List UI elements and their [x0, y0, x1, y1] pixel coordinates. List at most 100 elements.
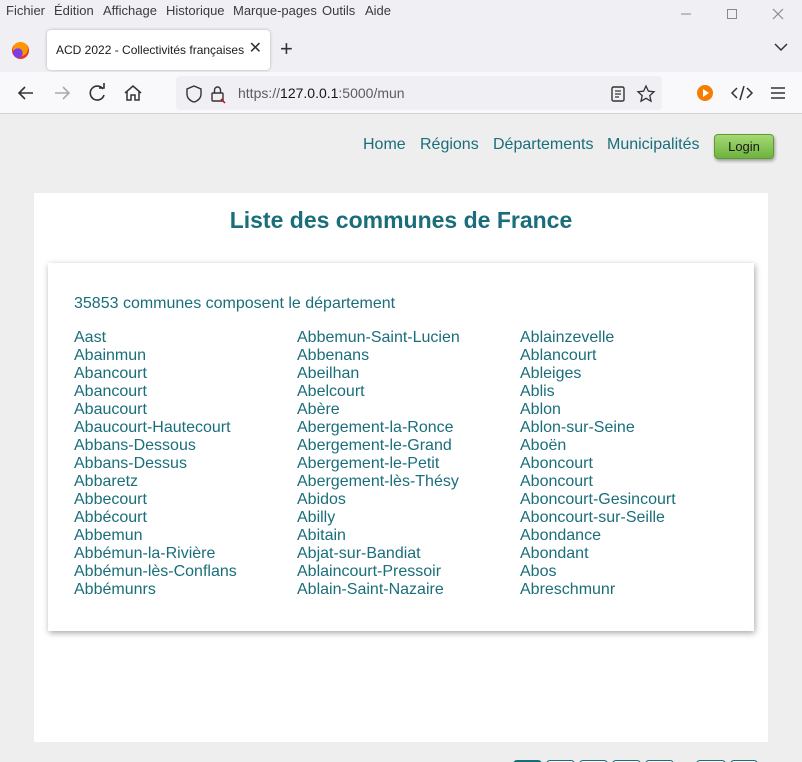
url-text[interactable]: https://127.0.0.1:5000/mun [238, 85, 405, 101]
commune-link[interactable]: Ablaincourt-Pressoir [297, 563, 460, 581]
url-host: 127.0.0.1 [280, 85, 339, 101]
commune-link[interactable]: Abancourt [74, 365, 237, 383]
commune-link[interactable]: Abaucourt-Hautecourt [74, 419, 237, 437]
commune-link[interactable]: Ableiges [520, 365, 676, 383]
commune-link[interactable]: Abbans-Dessus [74, 455, 237, 473]
commune-link[interactable]: Abergement-le-Petit [297, 455, 460, 473]
commune-link[interactable]: Abreschmunr [520, 581, 676, 599]
commune-link[interactable]: Ablis [520, 383, 676, 401]
menu-outils[interactable]: Outils [322, 3, 355, 18]
commune-link[interactable]: Abelcourt [297, 383, 460, 401]
commune-link[interactable]: Abitain [297, 527, 460, 545]
tab-bar: ACD 2022 - Collectivités françaises ✕ + [0, 26, 802, 72]
maximize-button[interactable] [712, 2, 752, 24]
arrow-left-icon [17, 86, 33, 100]
reload-button[interactable] [86, 82, 110, 104]
communes-column-3: Ablainzevelle Ablancourt Ableiges Ablis Ablo… [520, 329, 676, 599]
menu-affichage[interactable]: Affichage [103, 3, 157, 18]
close-icon [772, 8, 784, 20]
commune-link[interactable]: Abbecourt [74, 491, 237, 509]
code-icon [730, 85, 754, 101]
reload-icon [89, 83, 105, 101]
home-icon [124, 85, 142, 101]
arrow-right-icon [55, 86, 71, 100]
commune-link[interactable]: Abbémun-lès-Conflans [74, 563, 237, 581]
commune-link[interactable]: Aboncourt [520, 455, 676, 473]
commune-link[interactable]: Abergement-le-Grand [297, 437, 460, 455]
reader-view-icon[interactable] [608, 84, 628, 104]
new-tab-button[interactable]: + [280, 38, 293, 60]
commune-link[interactable]: Abilly [297, 509, 460, 527]
url-bar[interactable]: https://127.0.0.1:5000/mun [176, 76, 662, 110]
nav-link-regions[interactable]: Régions [420, 136, 479, 154]
commune-link[interactable]: Abeilhan [297, 365, 460, 383]
shield-icon[interactable] [184, 84, 204, 104]
commune-link[interactable]: Abbans-Dessous [74, 437, 237, 455]
login-button[interactable]: Login [714, 134, 774, 159]
commune-link[interactable]: Ablainzevelle [520, 329, 676, 347]
commune-link[interactable]: Aast [74, 329, 237, 347]
play-icon [697, 85, 713, 101]
commune-link[interactable]: Abancourt [74, 383, 237, 401]
commune-link[interactable]: Ablancourt [520, 347, 676, 365]
nav-link-departements[interactable]: Départements [493, 136, 594, 154]
firefox-logo-icon [12, 42, 29, 59]
commune-link[interactable]: Ablain-Saint-Nazaire [297, 581, 460, 599]
lock-icon[interactable] [208, 84, 228, 104]
commune-link[interactable]: Aboncourt-sur-Seille [520, 509, 676, 527]
commune-link[interactable]: Abainmun [74, 347, 237, 365]
communes-column-1: Aast Abainmun Abancourt Abancourt Abaucourt A… [74, 329, 237, 599]
nav-link-home[interactable]: Home [363, 136, 406, 154]
menu-aide[interactable]: Aide [365, 3, 391, 18]
communes-column-2: Abbemun-Saint-Lucien Abbenans Abeilhan Abel… [297, 329, 460, 599]
devtools-button[interactable] [730, 82, 754, 104]
communes-count: 35853 communes composent le département [74, 295, 396, 312]
commune-link[interactable]: Abergement-la-Ronce [297, 419, 460, 437]
nav-bar: https://127.0.0.1:5000/mun [0, 72, 802, 114]
tab-title: ACD 2022 - Collectivités françaises [56, 43, 245, 57]
forward-button[interactable] [50, 82, 74, 104]
commune-link[interactable]: Abbaretz [74, 473, 237, 491]
commune-link[interactable]: Abjat-sur-Bandiat [297, 545, 460, 563]
tab-list-button[interactable] [774, 42, 788, 52]
maximize-icon [727, 9, 737, 19]
menu-marque-pages[interactable]: Marque-pages [233, 3, 317, 18]
commune-link[interactable]: Abbenans [297, 347, 460, 365]
commune-link[interactable]: Abbémunrs [74, 581, 237, 599]
minimize-button[interactable] [666, 2, 706, 24]
commune-link[interactable]: Aboncourt-Gesincourt [520, 491, 676, 509]
commune-link[interactable]: Aboën [520, 437, 676, 455]
commune-link[interactable]: Ablon-sur-Seine [520, 419, 676, 437]
menu-historique[interactable]: Historique [166, 3, 225, 18]
commune-link[interactable]: Aboncourt [520, 473, 676, 491]
commune-link[interactable]: Abos [520, 563, 676, 581]
nav-link-municipalites[interactable]: Municipalités [607, 136, 699, 154]
tab-close-icon[interactable]: ✕ [249, 40, 262, 58]
chevron-down-icon [774, 43, 788, 52]
commune-link[interactable]: Abondance [520, 527, 676, 545]
commune-link[interactable]: Abidos [297, 491, 460, 509]
bookmark-star-icon[interactable] [636, 84, 656, 104]
minimize-icon [681, 13, 691, 15]
menu-edition[interactable]: Édition [54, 3, 94, 18]
commune-link[interactable]: Abbemun-Saint-Lucien [297, 329, 460, 347]
commune-link[interactable]: Abondant [520, 545, 676, 563]
app-menu-button[interactable] [766, 82, 790, 104]
media-extension-button[interactable] [694, 82, 718, 104]
menu-fichier[interactable]: Fichier [6, 3, 45, 18]
window-close-button[interactable] [758, 2, 798, 24]
back-button[interactable] [14, 82, 38, 104]
commune-link[interactable]: Abaucourt [74, 401, 237, 419]
commune-link[interactable]: Ablon [520, 401, 676, 419]
active-tab[interactable]: ACD 2022 - Collectivités françaises ✕ [47, 30, 270, 70]
commune-link[interactable]: Abbémun-la-Rivière [74, 545, 237, 563]
home-button[interactable] [121, 82, 145, 104]
hamburger-icon [771, 87, 785, 99]
communes-card: 35853 communes composent le département … [48, 263, 754, 631]
page-title: Liste des communes de France [229, 207, 573, 233]
commune-link[interactable]: Abbemun [74, 527, 237, 545]
url-path: :5000/mun [338, 85, 405, 101]
commune-link[interactable]: Abère [297, 401, 460, 419]
commune-link[interactable]: Abergement-lès-Thésy [297, 473, 460, 491]
commune-link[interactable]: Abbécourt [74, 509, 237, 527]
